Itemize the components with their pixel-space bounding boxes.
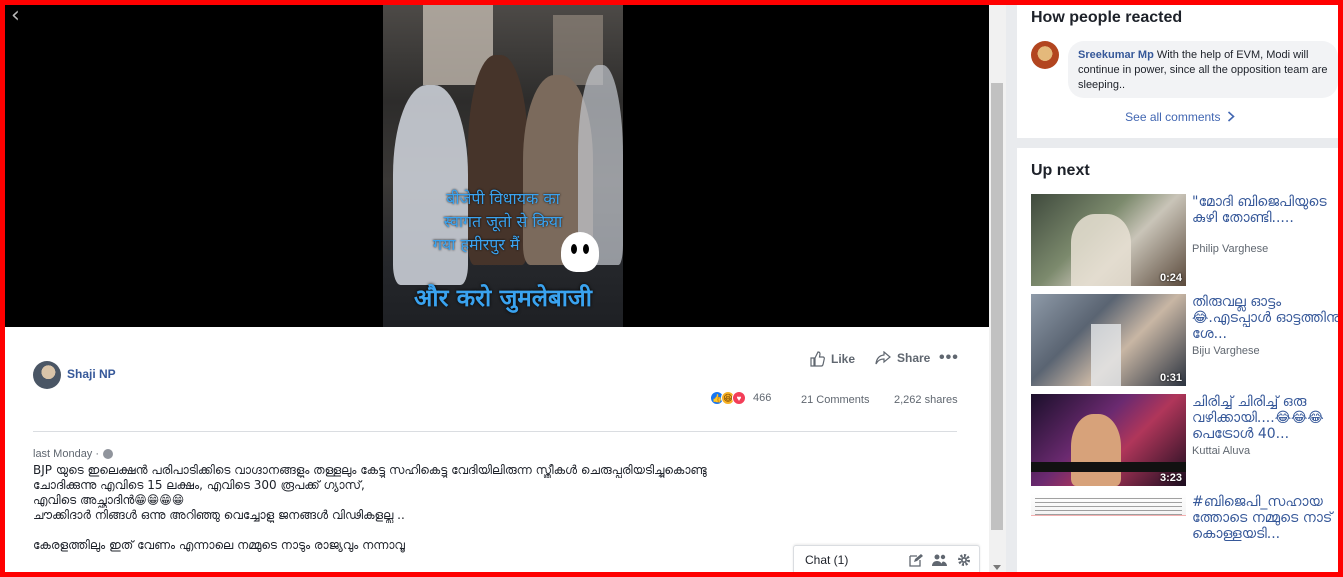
thumbnail-figure: [1071, 214, 1131, 286]
thumbnail-text-lines: [1035, 498, 1182, 518]
video-author[interactable]: Philip Varghese: [1192, 243, 1268, 255]
up-next-video[interactable]: 0:24 "മോദി ബിജെപിയുടെ കുഴി തോണ്ടി..... P…: [1031, 194, 1338, 286]
post-text-line: എവിടെ അച്ഛാദിൻ😁😁😁😁: [33, 493, 185, 507]
video-duration: 3:23: [1159, 472, 1182, 484]
contacts-icon[interactable]: [932, 553, 947, 568]
post-body: BJP യുടെ ഇലെക്ഷൻ പരിപാടിക്കിടെ വാഗ്ദാനങ്…: [33, 463, 963, 553]
post-author[interactable]: Shaji NP: [67, 367, 116, 381]
post-panel: Shaji NP Like Share ••• 👍 😆 ♥ 466 21 Com…: [5, 327, 990, 572]
video-frame[interactable]: बीजेपी विधायक का स्वागत जूतो से किया गया…: [383, 5, 623, 327]
chevron-right-icon: [1227, 111, 1235, 122]
divider: [33, 431, 957, 432]
avatar[interactable]: [1031, 41, 1059, 69]
chat-label[interactable]: Chat (1): [805, 553, 899, 567]
video-title-link[interactable]: "മോദി ബിജെപിയുടെ കുഴി തോണ്ടി.....: [1192, 194, 1338, 226]
globe-icon: [103, 449, 114, 459]
scrollbar-thumb[interactable]: [991, 83, 1003, 530]
post-text-line: ചൗക്കിദാർ നിങ്ങൾ ഒന്നു അറിഞ്ഞു വെച്ചോളു …: [33, 508, 405, 522]
video-duration: 0:31: [1159, 372, 1182, 384]
video-thumbnail[interactable]: 3:23: [1031, 394, 1186, 486]
video-thumbnail[interactable]: 0:31: [1031, 294, 1186, 386]
thumbnail-figure: [1091, 324, 1121, 386]
share-label: Share: [897, 351, 931, 365]
video-duration: 0:24: [1159, 272, 1182, 284]
share-arrow-icon: [875, 351, 891, 365]
reactions-card: How people reacted Sreekumar Mp With the …: [1017, 5, 1338, 138]
video-caption-line: बीजेपी विधायक का: [446, 189, 560, 208]
up-next-video[interactable]: 3:23 ചിരിച്ച് ചിരിച്ച് ഒരു വഴിക്കായി....…: [1031, 394, 1338, 486]
post-text-line: BJP യുടെ ഇലെക്ഷൻ പരിപാടിക്കിടെ വാഗ്ദാനങ്…: [33, 463, 707, 477]
compose-icon[interactable]: [908, 553, 923, 568]
post-text-line: ചോദിക്കുന്നു എവിടെ 15 ലക്ഷം, എവിടെ 300 ര…: [33, 478, 365, 492]
post-timestamp[interactable]: last Monday ·: [33, 448, 114, 460]
see-all-label: See all comments: [1125, 110, 1221, 124]
timestamp-text: last Monday ·: [33, 448, 100, 460]
gear-icon[interactable]: [956, 553, 971, 568]
back-arrow-icon[interactable]: ‹: [11, 5, 20, 27]
thumbs-up-icon: [810, 351, 825, 367]
thumbnail-subtitle-bar: [1031, 462, 1186, 472]
scroll-down-arrow-icon[interactable]: [993, 565, 1001, 570]
like-label: Like: [831, 352, 856, 366]
video-caption-big: और करो जुमलेबाजी: [414, 284, 592, 312]
video-title-link[interactable]: ചിരിച്ച് ചിരിച്ച് ഒരു വഴിക്കായി....😂😂😂 പ…: [1192, 394, 1338, 442]
up-next-video[interactable]: 0:31 തിരുവല്ല ഓട്ടം 😂.എടപ്പാൾ ഓട്ടത്തിനു…: [1031, 294, 1338, 386]
avatar[interactable]: [33, 361, 61, 389]
reactions-card-title: How people reacted: [1031, 9, 1183, 26]
see-all-comments-link[interactable]: See all comments: [1017, 110, 1338, 124]
scrollbar[interactable]: [989, 5, 1006, 572]
right-sidebar: How people reacted Sreekumar Mp With the …: [1006, 5, 1338, 572]
up-next-video[interactable]: #ബിജെപി_സഹായത്തോടെ നമ്മുടെ നാട് കൊള്ളയടി…: [1031, 494, 1338, 572]
chat-bar[interactable]: Chat (1): [793, 545, 980, 574]
up-next-card: Up next 0:24 "മോദി ബിജെപിയുടെ കുഴി തോണ്ട…: [1017, 148, 1338, 572]
like-button[interactable]: Like: [809, 351, 855, 367]
video-author[interactable]: Kuttai Aluva: [1192, 445, 1250, 457]
shares-count-link[interactable]: 2,262 shares: [894, 394, 958, 406]
up-next-title: Up next: [1031, 162, 1090, 179]
love-reaction-icon: ♥: [732, 391, 746, 405]
video-thumbnail[interactable]: 0:24: [1031, 194, 1186, 286]
video-player[interactable]: ‹ बीजेपी विधायक का स्वागत जूतो से किया ग…: [5, 5, 990, 327]
more-options-button[interactable]: •••: [939, 349, 959, 367]
video-caption-line: स्वागत जूतो से किया: [443, 212, 563, 231]
comment-author[interactable]: Sreekumar Mp: [1078, 49, 1154, 61]
video-title-link[interactable]: #ബിജെപി_സഹായത്തോടെ നമ്മുടെ നാട് കൊള്ളയടി…: [1192, 494, 1338, 542]
thumbnail-figure: [1071, 414, 1121, 486]
video-thumbnail[interactable]: [1031, 494, 1186, 536]
comment-bubble: Sreekumar Mp With the help of EVM, Modi w…: [1068, 41, 1338, 98]
video-author[interactable]: Biju Varghese: [1192, 345, 1260, 357]
comments-count-link[interactable]: 21 Comments: [801, 394, 869, 406]
reaction-count: 466: [753, 392, 772, 404]
reactions-summary[interactable]: 👍 😆 ♥ 466: [710, 391, 771, 405]
ghost-emoji-icon: [561, 232, 599, 272]
share-button[interactable]: Share: [875, 351, 930, 365]
video-title-link[interactable]: തിരുവല്ല ഓട്ടം 😂.എടപ്പാൾ ഓട്ടത്തിനു ശേ..…: [1192, 294, 1338, 342]
